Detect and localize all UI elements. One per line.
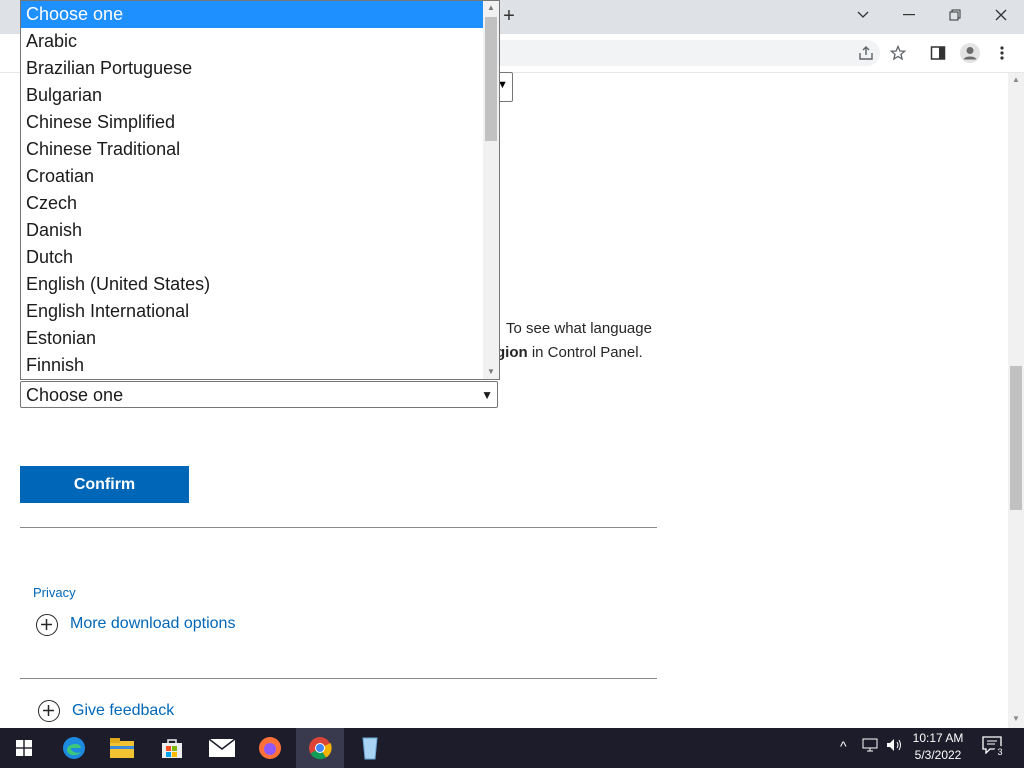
dropdown-option[interactable]: Danish [21,217,499,244]
scroll-down-arrow-icon[interactable]: ▼ [1008,712,1024,726]
divider [20,527,657,528]
taskbar-clock[interactable]: 10:17 AM 5/3/2022 [904,730,972,764]
scroll-down-arrow-icon[interactable]: ▼ [483,365,499,379]
dropdown-option[interactable]: Arabic [21,28,499,55]
notification-icon[interactable]: 3 [982,736,1006,758]
restore-icon[interactable] [932,0,978,30]
scroll-up-arrow-icon[interactable]: ▲ [483,1,499,15]
file-explorer-icon[interactable] [98,728,146,768]
chevron-up-icon[interactable]: ^ [840,738,847,754]
minimize-icon[interactable] [886,0,932,30]
profile-icon[interactable] [957,40,983,66]
dropdown-option[interactable]: Chinese Traditional [21,136,499,163]
sidepanel-icon[interactable] [925,40,951,66]
plus-circle-icon[interactable] [36,614,58,636]
address-bar[interactable] [490,40,880,66]
mail-icon[interactable] [198,728,246,768]
notification-count: 3 [994,746,1006,758]
language-select-value: Choose one [26,385,124,405]
dropdown-option[interactable]: Bulgarian [21,82,499,109]
new-tab-button[interactable]: + [500,4,518,28]
dropdown-option[interactable]: English (United States) [21,271,499,298]
plus-circle-icon[interactable] [38,700,60,722]
edge-icon[interactable] [50,728,98,768]
kebab-menu-icon[interactable] [989,40,1015,66]
give-feedback-link[interactable]: Give feedback [72,702,174,720]
more-download-options-link[interactable]: More download options [70,615,235,633]
note-bold-text: gion [496,344,528,361]
dropdown-option[interactable]: Chinese Simplified [21,109,499,136]
time-text: 10:17 AM [912,731,964,745]
scroll-up-arrow-icon[interactable]: ▲ [1008,73,1024,87]
star-icon[interactable] [885,40,911,66]
volume-icon[interactable] [886,738,904,755]
dropdown-option[interactable]: Croatian [21,163,499,190]
language-dropdown-list[interactable]: Choose one Arabic Brazilian Portuguese Bulg… [20,0,500,380]
confirm-button[interactable]: Confirm [20,466,189,503]
store-icon[interactable] [148,728,196,768]
dropdown-scrollbar-thumb[interactable] [485,17,497,141]
recycle-bin-icon[interactable] [346,728,394,768]
language-note-line1: To see what language [506,320,652,337]
dropdown-option[interactable]: English International [21,298,499,325]
network-icon[interactable] [862,738,880,755]
date-text: 5/3/2022 [914,748,962,762]
dropdown-option[interactable]: Estonian [21,325,499,352]
close-icon[interactable] [978,0,1024,30]
dropdown-option[interactable]: Czech [21,190,499,217]
chevron-down-icon[interactable] [840,0,886,30]
windows-start-icon[interactable] [0,728,48,768]
chrome-icon[interactable] [296,728,344,768]
dropdown-option[interactable]: Brazilian Portuguese [21,55,499,82]
share-icon[interactable] [853,40,879,66]
dropdown-option[interactable]: Finnish [21,352,499,379]
privacy-link[interactable]: Privacy [33,585,76,600]
note-rest-text: in Control Panel. [527,344,643,361]
dropdown-options: Choose one Arabic Brazilian Portuguese Bulg… [21,1,499,379]
divider [20,678,657,679]
language-select[interactable]: Choose one ▼ [20,381,498,408]
page-scrollbar-thumb[interactable] [1010,366,1022,510]
chevron-down-icon: ▼ [481,388,493,402]
dropdown-option[interactable]: Choose one [21,1,499,28]
dropdown-option[interactable]: Dutch [21,244,499,271]
language-note-line2: gion in Control Panel. [496,344,643,361]
firefox-icon[interactable] [246,728,294,768]
